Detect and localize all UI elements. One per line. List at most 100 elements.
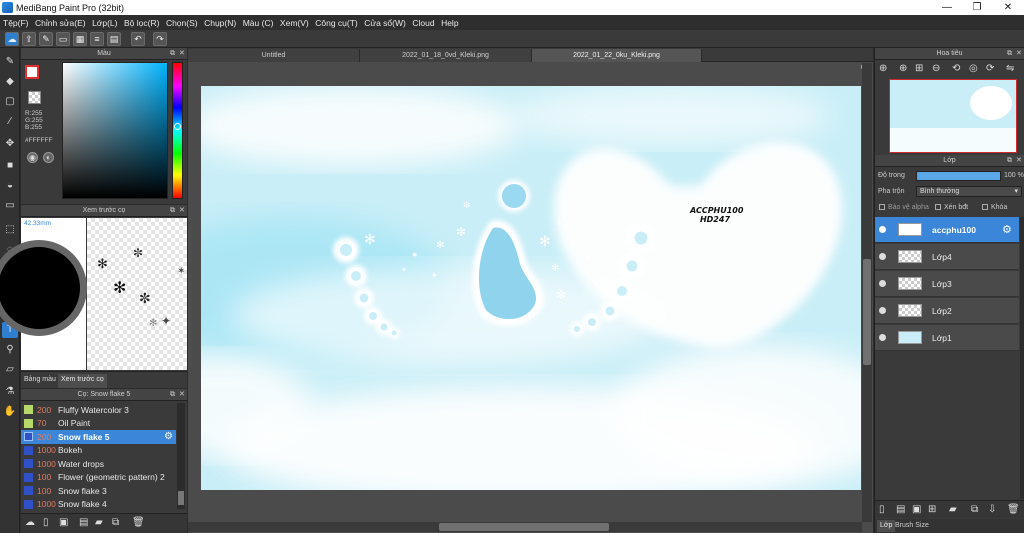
layer-row-selected[interactable]: accphu100 ⚙ [875,217,1019,243]
blend-mode-select[interactable]: Bình thường ▾ [916,186,1022,197]
dot-tool-icon[interactable]: ▢ [2,94,18,110]
zoom-in-2-icon[interactable]: ⊕ [899,63,907,74]
zoom-out-icon[interactable]: ⊖ [932,63,940,74]
divide-tool-icon[interactable]: ▱ [2,362,18,378]
lock-checkbox[interactable]: Khóa [982,204,1007,211]
undock-icon[interactable]: ⧉ [1007,155,1012,167]
canvas-vertical-scrollbar[interactable] [862,63,872,522]
brush-item[interactable]: 200 Fluffy Watercolor 3 [21,403,176,417]
bucket-tool-icon[interactable]: ⚲ [2,342,18,358]
brush-item[interactable]: 1000 Snow flake 4 [21,498,176,512]
select-tool-icon[interactable]: ⬚ [2,222,18,238]
navigator-preview[interactable] [889,79,1017,153]
gradient-tool-icon[interactable]: ▭ [2,198,18,214]
add-brush-menu-icon[interactable]: ▣ [59,517,68,528]
menu-file[interactable]: Tệp(F) [3,18,29,28]
layer-row[interactable]: Lớp4 [875,244,1019,270]
opacity-slider[interactable] [916,171,1001,181]
tab-color-palette[interactable]: Bảng màu [24,376,56,383]
duplicate-layer-icon[interactable]: ⧉ [971,504,978,515]
undock-icon[interactable]: ⧉ [170,389,175,401]
tab-untitled[interactable]: Untitled [188,49,360,62]
undo-icon[interactable]: ↶ [131,32,145,46]
chat-icon[interactable]: ▭ [56,32,70,46]
brush-item[interactable]: 100 Flower (geometric pattern) 2 [21,471,176,485]
rotate-left-icon[interactable]: ⟲ [952,63,960,74]
menu-color[interactable]: Màu (C) [243,18,274,28]
brush-list-scrollbar[interactable] [177,403,185,509]
saturation-value-picker[interactable] [62,62,168,199]
layer-row[interactable]: Lớp2 [875,298,1019,324]
clipping-checkbox[interactable]: Xén bđt [935,204,968,211]
new-halftone-layer-icon[interactable]: ▤ [896,504,905,515]
fit-view-icon[interactable]: ⊞ [915,63,923,74]
tab-brush-size[interactable]: Brush Size [895,522,929,529]
move-tool-icon[interactable]: ✥ [2,136,18,152]
menu-filter[interactable]: Bộ lọc(R) [124,18,159,28]
layer-row[interactable]: Lớp1 [875,325,1019,351]
tab-layer[interactable]: Lớp [877,520,896,532]
layer-list-scrollbar[interactable] [1020,217,1024,499]
delete-layer-icon[interactable]: 🗑 [1007,504,1020,515]
panel-close-icon[interactable]: ✕ [179,389,185,401]
color-picker-icon[interactable]: ◐ [43,152,54,163]
brush-tool-icon[interactable]: ✎ [2,54,18,70]
horizontal-scrollbar-thumb[interactable] [439,523,609,531]
brush-file-icon[interactable]: ▤ [79,517,88,528]
menu-cloud[interactable]: Cloud [412,18,434,28]
brush-item[interactable]: 70 Oil Paint [21,417,176,431]
layer-settings-gear-icon[interactable]: ⚙ [1002,223,1012,236]
hue-slider[interactable] [172,62,183,199]
panel-close-icon[interactable]: ✕ [179,48,185,60]
hand-tool-icon[interactable]: ✋ [2,404,18,420]
add-layer-menu-icon[interactable]: ⊞ [928,504,936,515]
new-layer-icon[interactable]: ▯ [879,504,885,515]
reset-rotation-icon[interactable]: ◎ [969,63,978,74]
canvas-horizontal-scrollbar[interactable] [188,522,862,532]
rotate-right-icon[interactable]: ⟳ [986,63,994,74]
panel-icon[interactable]: ▤ [107,32,121,46]
tab-brush-preview[interactable]: Xem trước cọ [58,374,107,388]
folder-icon[interactable]: ▰ [949,504,957,515]
menu-window[interactable]: Cửa sổ(W) [364,18,406,28]
hue-knob[interactable] [174,123,181,130]
menu-edit[interactable]: Chỉnh sửa(E) [35,18,86,28]
cloud-brush-icon[interactable]: ☁ [25,517,35,528]
tab-document-3[interactable]: 2022_01_22_0ku_Kleki.png [532,49,702,62]
menu-help[interactable]: Help [441,18,458,28]
brush-item-selected[interactable]: 200 Snow flake 5 ⚙ [21,430,176,444]
visibility-icon[interactable] [879,307,886,314]
folder-icon[interactable]: ▰ [95,517,103,528]
duplicate-icon[interactable]: ⧉ [112,517,119,528]
menu-layer[interactable]: Lớp(L) [92,18,117,28]
protect-alpha-checkbox[interactable]: Bảo vệ alpha [879,204,929,211]
visibility-icon[interactable] [879,253,886,260]
comment-icon[interactable]: ✎ [39,32,53,46]
merge-down-icon[interactable]: ⇩ [988,504,996,515]
minimize-button[interactable]: — [932,0,962,15]
undock-icon[interactable]: ⧉ [170,205,175,217]
brush-item[interactable]: 100 Snow flake 3 [21,484,176,498]
menu-snap[interactable]: Chụp(N) [204,18,236,28]
eraser-tool-icon[interactable]: ◆ [2,74,18,90]
vertical-scrollbar-thumb[interactable] [863,259,871,365]
maximize-button[interactable]: ❐ [962,0,992,15]
fill-tool-icon[interactable]: ◒ [2,178,18,194]
primary-color-swatch[interactable] [25,65,39,79]
panel-close-icon[interactable]: ✕ [1016,48,1022,60]
scrollbar-thumb[interactable] [178,491,184,505]
redo-icon[interactable]: ↷ [153,32,167,46]
upload-icon[interactable]: ⇪ [22,32,36,46]
grid-icon[interactable]: ▦ [73,32,87,46]
layer-file-icon[interactable]: ▣ [912,504,921,515]
cloud-icon[interactable]: ☁ [5,32,19,46]
brush-item[interactable]: 1000 Water drops [21,457,176,471]
undock-icon[interactable]: ⧉ [1007,48,1012,60]
menu-tools[interactable]: Công cụ(T) [315,18,358,28]
panel-close-icon[interactable]: ✕ [1016,155,1022,167]
brush-item[interactable]: 1000 Bokeh [21,444,176,458]
new-brush-icon[interactable]: ▯ [43,517,49,528]
panel-close-icon[interactable]: ✕ [179,205,185,217]
visibility-icon[interactable] [879,280,886,287]
flip-icon[interactable]: ⇋ [1006,63,1014,74]
